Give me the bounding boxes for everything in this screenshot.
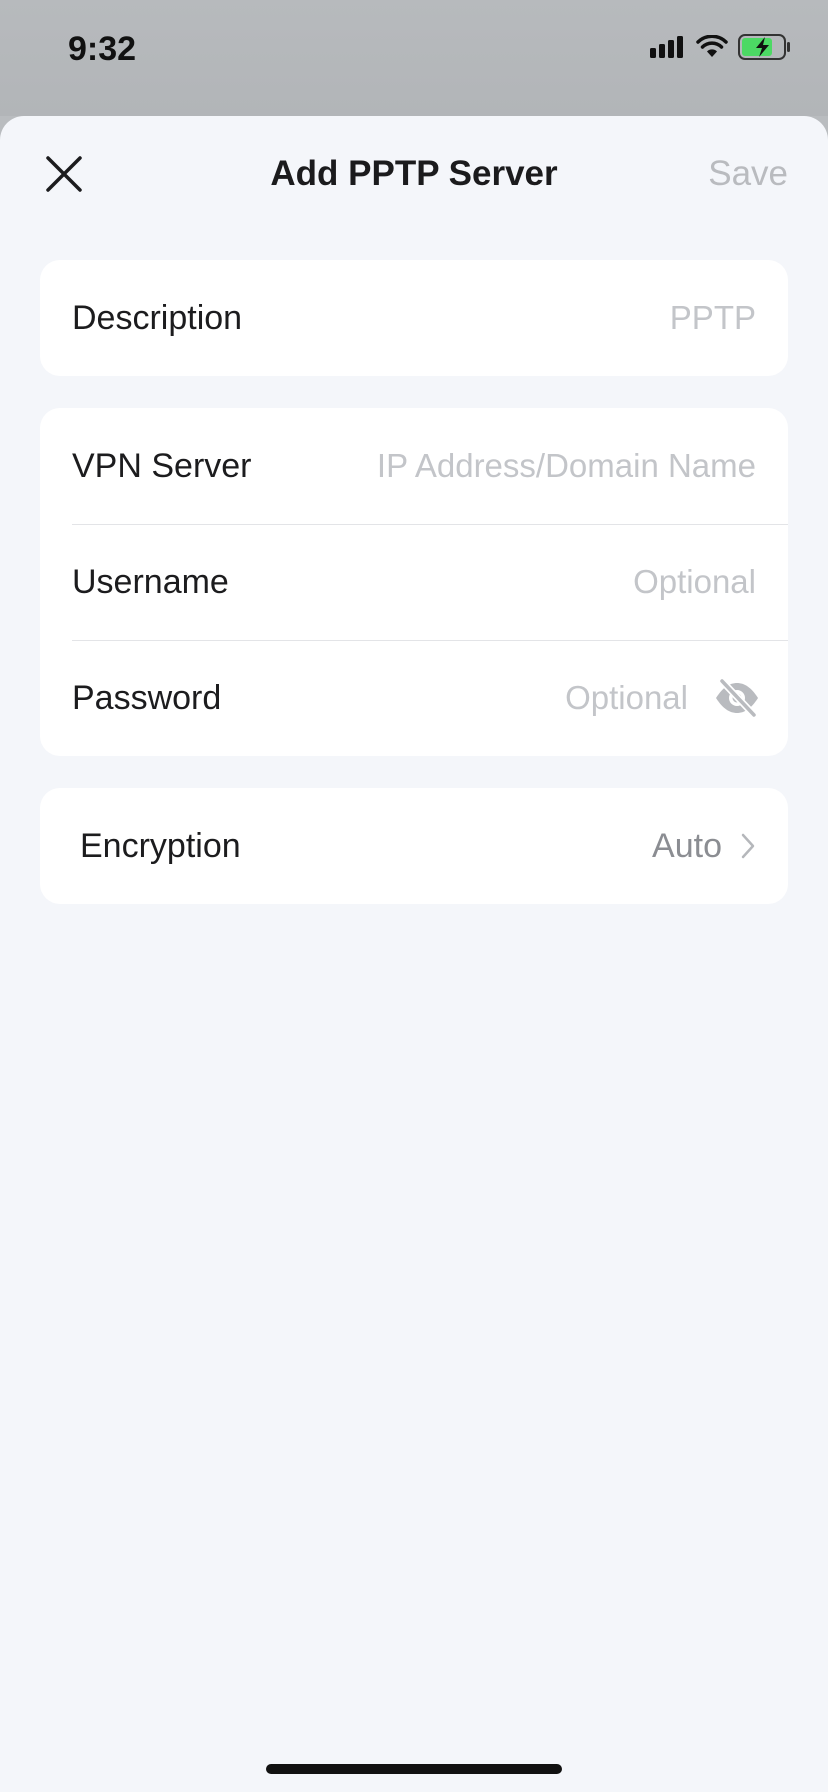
- username-row: Username: [40, 524, 788, 640]
- encryption-value: Auto: [652, 826, 722, 865]
- save-button[interactable]: Save: [708, 154, 788, 194]
- description-row: Description: [40, 260, 788, 376]
- page-title: Add PPTP Server: [270, 154, 558, 193]
- server-details-card: VPN Server Username Password: [40, 408, 788, 756]
- description-input[interactable]: [262, 299, 756, 337]
- add-pptp-sheet: Add PPTP Server Save Description VPN Ser…: [0, 116, 828, 1792]
- home-indicator[interactable]: [266, 1764, 562, 1774]
- chevron-right-icon: [740, 832, 756, 860]
- vpn-server-row: VPN Server: [40, 408, 788, 524]
- password-row: Password: [40, 640, 788, 756]
- password-input[interactable]: [241, 679, 688, 717]
- description-label: Description: [72, 298, 243, 337]
- vpn-server-label: VPN Server: [72, 446, 252, 485]
- signal-icon: [650, 34, 686, 65]
- username-input[interactable]: [248, 563, 756, 601]
- password-label: Password: [72, 678, 222, 717]
- encryption-row[interactable]: Encryption Auto: [40, 788, 788, 904]
- battery-charging-icon: [738, 34, 792, 65]
- encryption-card: Encryption Auto: [40, 788, 788, 904]
- eye-off-icon: [716, 678, 758, 718]
- vpn-server-input[interactable]: [271, 447, 756, 485]
- encryption-label: Encryption: [80, 826, 241, 865]
- navigation-bar: Add PPTP Server Save: [0, 116, 828, 228]
- username-label: Username: [72, 562, 229, 601]
- description-card: Description: [40, 260, 788, 376]
- wifi-icon: [696, 34, 728, 64]
- status-icons: [650, 34, 792, 65]
- status-time: 9:32: [68, 30, 137, 68]
- password-visibility-toggle[interactable]: [712, 673, 762, 723]
- status-bar: 9:32: [0, 0, 828, 116]
